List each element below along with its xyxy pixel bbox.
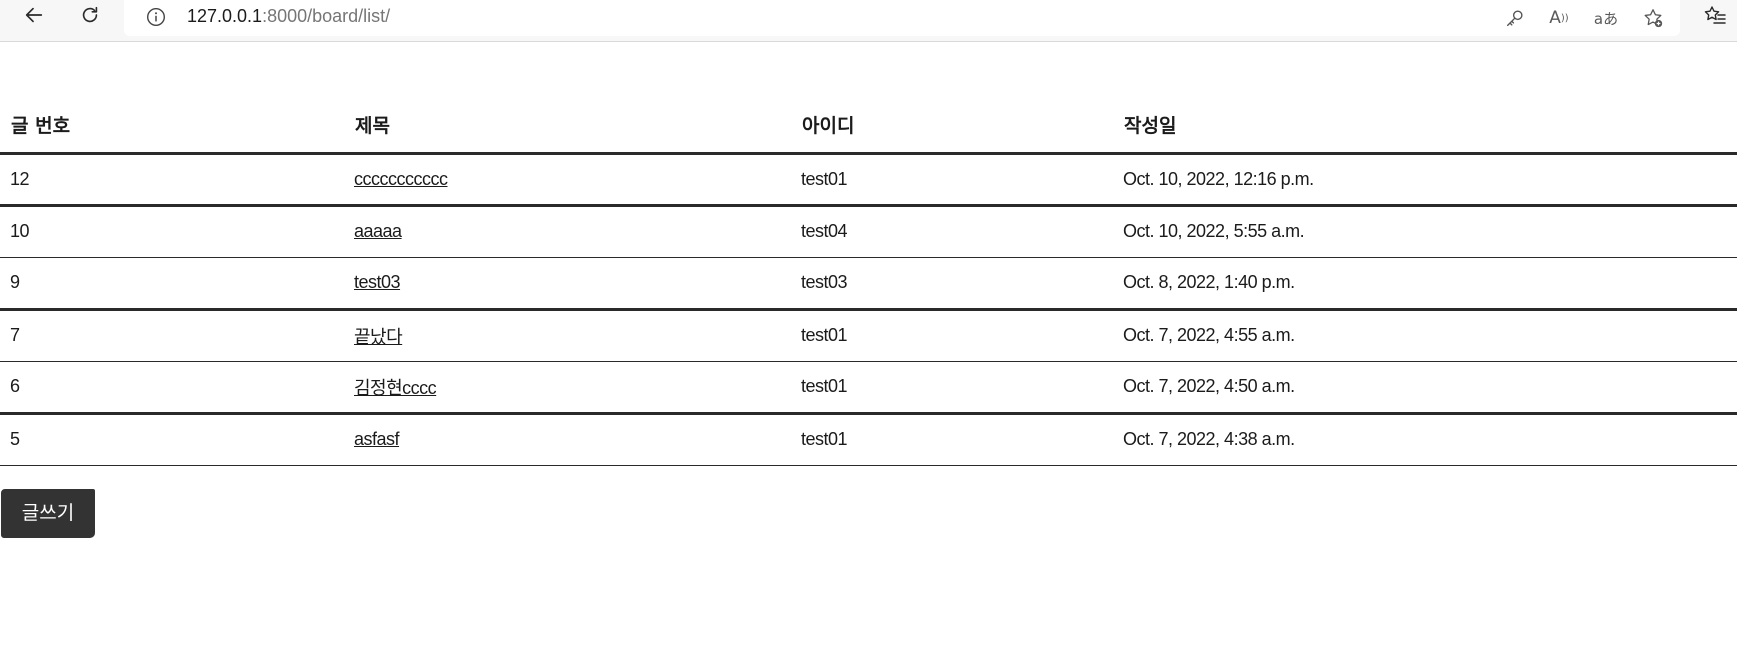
url-host: 127.0.0.1 [187,6,263,26]
back-arrow-icon [23,4,45,30]
table-row: 10 aaaaa test04 Oct. 10, 2022, 5:55 a.m. [0,205,1737,258]
post-user-id: test01 [791,361,1113,415]
table-row: 5 asfasf test01 Oct. 7, 2022, 4:38 a.m. [0,413,1737,466]
header-title: 제목 [344,98,791,155]
header-post-number: 글 번호 [0,98,344,155]
post-user-id: test04 [791,205,1113,258]
post-title-link[interactable]: ccccccccccc [354,169,448,189]
header-user-id: 아이디 [791,98,1113,155]
favorites-button[interactable] [1700,4,1730,32]
post-created-date: Oct. 7, 2022, 4:55 a.m. [1113,309,1737,362]
post-user-id: test01 [791,309,1113,362]
post-user-id: test01 [791,413,1113,466]
header-created-date: 작성일 [1113,98,1737,155]
post-created-date: Oct. 8, 2022, 1:40 p.m. [1113,257,1737,311]
read-aloud-icon[interactable]: A)) [1546,5,1572,31]
refresh-button[interactable] [72,2,108,32]
favorite-add-icon[interactable] [1640,5,1666,31]
post-created-date: Oct. 7, 2022, 4:38 a.m. [1113,413,1737,466]
translate-icon[interactable]: aあ [1589,5,1623,31]
post-title-link[interactable]: aaaaa [354,221,402,241]
read-aloud-letter: A [1549,8,1561,28]
board-list-table: 글 번호 제목 아이디 작성일 12 ccccccccccc test01 Oc… [0,98,1737,466]
back-button[interactable] [16,2,52,32]
url-text[interactable]: 127.0.0.1:8000/board/list/ [187,6,390,27]
url-path: :8000/board/list/ [262,6,391,26]
table-header-row: 글 번호 제목 아이디 작성일 [0,98,1737,155]
write-post-button[interactable]: 글쓰기 [1,489,95,538]
post-user-id: test03 [791,257,1113,311]
post-number: 5 [0,413,344,466]
refresh-icon [79,4,101,30]
post-number: 7 [0,309,344,362]
translate-text: aあ [1593,9,1619,28]
browser-toolbar: 127.0.0.1:8000/board/list/ A)) aあ [0,0,1737,42]
post-created-date: Oct. 7, 2022, 4:50 a.m. [1113,361,1737,415]
key-icon[interactable] [1502,5,1528,31]
table-row: 7 끝났다 test01 Oct. 7, 2022, 4:55 a.m. [0,309,1737,362]
post-user-id: test01 [791,153,1113,207]
favorites-list-icon [1703,4,1727,32]
table-row: 12 ccccccccccc test01 Oct. 10, 2022, 12:… [0,153,1737,207]
table-row: 9 test03 test03 Oct. 8, 2022, 1:40 p.m. [0,257,1737,311]
post-created-date: Oct. 10, 2022, 5:55 a.m. [1113,205,1737,258]
post-number: 12 [0,153,344,207]
post-number: 10 [0,205,344,258]
post-title-link[interactable]: 끝났다 [354,327,403,347]
post-number: 6 [0,361,344,415]
table-row: 6 김정현cccc test01 Oct. 7, 2022, 4:50 a.m. [0,361,1737,415]
post-created-date: Oct. 10, 2022, 12:16 p.m. [1113,153,1737,207]
post-number: 9 [0,257,344,311]
site-info-icon[interactable] [146,7,166,27]
post-title-link[interactable]: asfasf [354,429,400,449]
post-title-link[interactable]: test03 [354,272,401,292]
post-title-link[interactable]: 김정현cccc [354,378,437,398]
address-bar[interactable]: 127.0.0.1:8000/board/list/ A)) aあ [124,0,1680,36]
